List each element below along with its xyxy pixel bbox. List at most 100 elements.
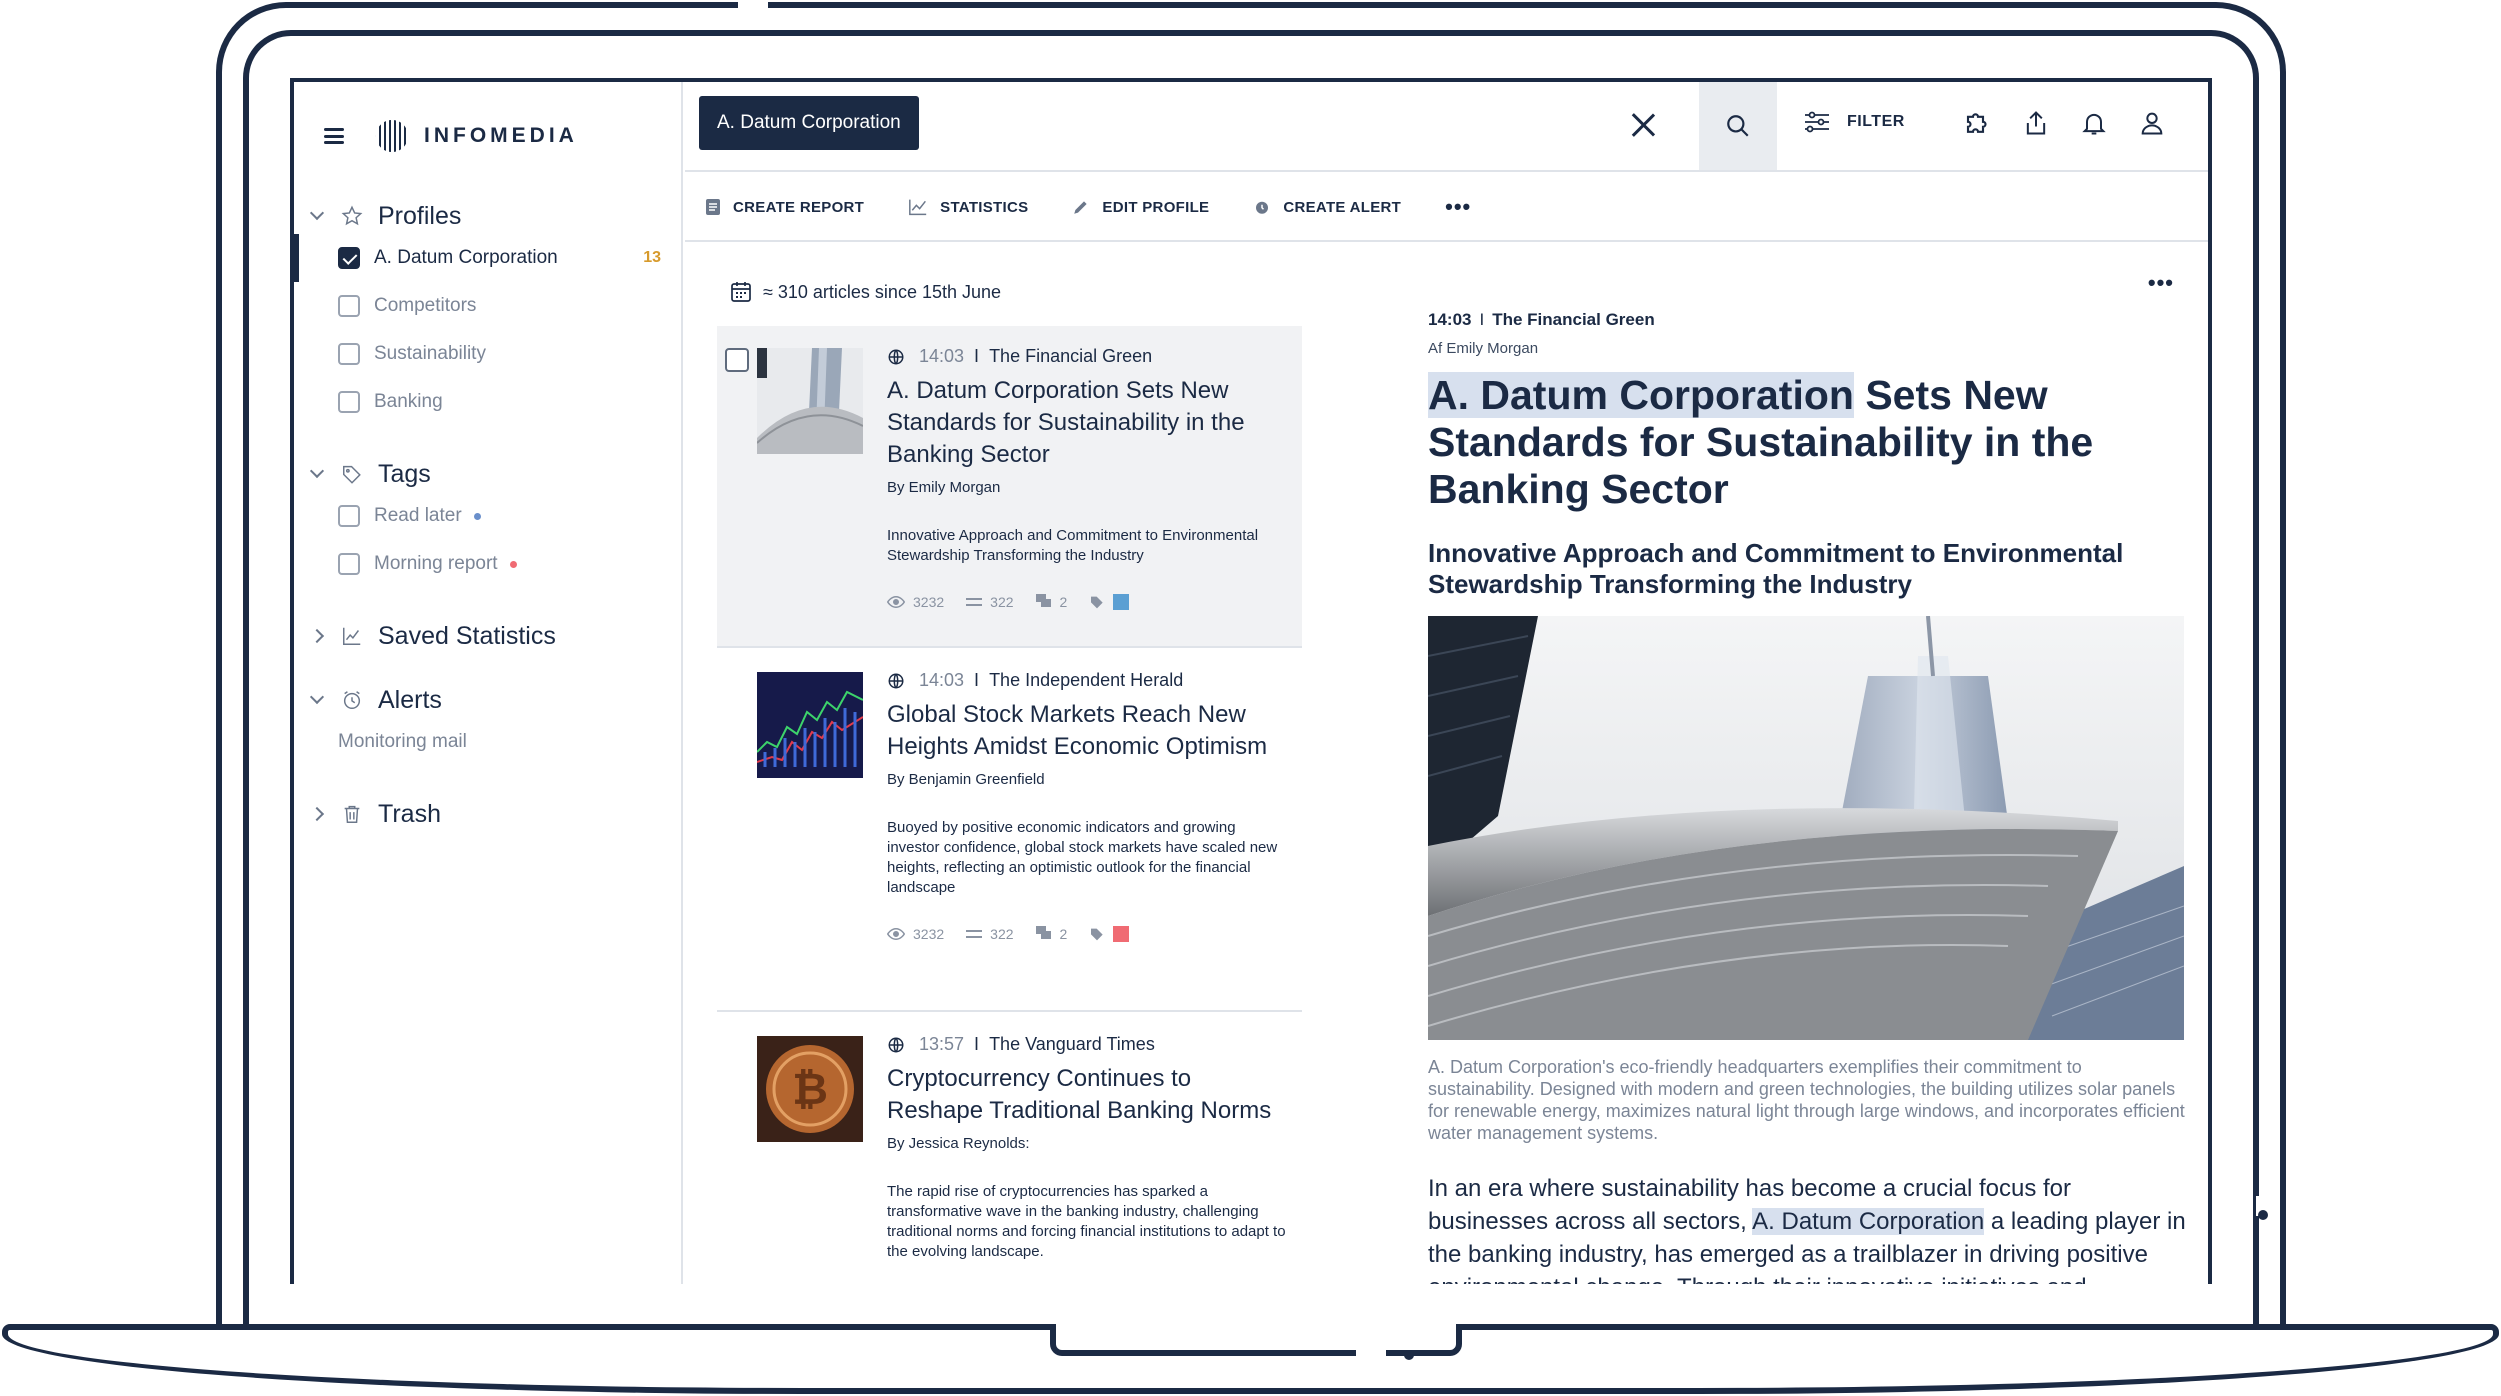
brand: INFOMEDIA — [324, 118, 578, 154]
share-icon[interactable] — [2021, 106, 2051, 140]
trash-header[interactable]: Trash — [294, 796, 683, 832]
profile-item-a-datum[interactable]: A. Datum Corporation 13 — [294, 234, 683, 282]
views-count: 3232 — [913, 926, 945, 942]
article-card[interactable]: 14:03 I The Financial Green A. Datum Cor… — [717, 326, 1302, 648]
shares-stat: 2 — [1035, 594, 1067, 610]
article-byline: By Emily Morgan — [887, 479, 1001, 496]
search-query-chip[interactable]: A. Datum Corporation — [699, 96, 919, 150]
articles-count-text: ≈ 310 articles since 15th June — [763, 281, 1002, 302]
document-icon — [706, 199, 720, 215]
tag-item-read-later[interactable]: Read later — [294, 492, 683, 540]
line-chart-icon — [909, 199, 927, 216]
close-icon[interactable] — [1630, 112, 1656, 138]
profile-item-sustainability[interactable]: Sustainability — [294, 330, 683, 378]
article-summary: Innovative Approach and Commitment to En… — [887, 527, 1259, 564]
article-checkbox[interactable] — [725, 348, 749, 372]
article-summary: Buoyed by positive economic indicators a… — [887, 819, 1278, 896]
article-byline: By Benjamin Greenfield — [887, 771, 1045, 788]
checkbox[interactable] — [338, 391, 360, 413]
statistics-button[interactable]: STATISTICS — [908, 198, 1028, 216]
base-gap — [1356, 1348, 1386, 1362]
profile-label: Banking — [374, 391, 443, 412]
brand-name: INFOMEDIA — [424, 124, 578, 147]
eye-icon — [887, 596, 905, 608]
tag-color-swatch — [1113, 926, 1130, 942]
article-source: The Vanguard Times — [989, 1034, 1155, 1054]
reader-hero-image — [1428, 616, 2184, 1040]
article-stats: 3232 322 2 — [887, 926, 1287, 942]
search-highlight: A. Datum Corporation — [1428, 372, 1854, 418]
filter-button[interactable]: FILTER — [1803, 110, 1905, 134]
line-chart-icon — [340, 624, 364, 648]
search-button[interactable] — [1699, 82, 1777, 170]
article-reader: ••• 14:03 I The Financial Green Af Emily M… — [1334, 244, 2208, 1284]
tag-stat — [1089, 926, 1130, 942]
puzzle-icon[interactable] — [1963, 106, 1993, 140]
article-card[interactable]: ₿ 13:57 I The Vanguard Times Cryptocurre… — [717, 1014, 1302, 1284]
tag-color-dot — [509, 560, 517, 568]
menu-icon[interactable] — [324, 128, 344, 144]
tag-item-morning-report[interactable]: Morning report — [294, 540, 683, 588]
article-thumbnail-stock-chart — [757, 672, 863, 778]
article-summary: The rapid rise of cryptocurrencies has s… — [887, 1183, 1286, 1260]
sliders-icon — [1805, 111, 1829, 133]
more-options-icon[interactable]: ••• — [1445, 194, 1471, 220]
profile-item-competitors[interactable]: Competitors — [294, 282, 683, 330]
checkbox[interactable] — [338, 295, 360, 317]
reader-image-caption: A. Datum Corporation's eco-friendly head… — [1428, 1057, 2185, 1143]
create-report-button[interactable]: CREATE REPORT — [705, 198, 864, 216]
tag-label: Morning report — [374, 553, 498, 574]
views-stat: 3232 — [887, 926, 944, 942]
views-stat: 3232 — [887, 594, 944, 610]
comments-count: 322 — [990, 926, 1014, 942]
chat-bubbles-icon — [1035, 594, 1051, 607]
bell-icon[interactable] — [2079, 106, 2109, 140]
user-icon[interactable] — [2137, 106, 2167, 140]
create-alert-label: CREATE ALERT — [1283, 198, 1402, 216]
profiles-header[interactable]: Profiles — [294, 198, 683, 234]
chevron-down-icon — [309, 689, 325, 705]
alert-item-monitoring-mail[interactable]: Monitoring mail — [294, 718, 683, 766]
profile-item-banking[interactable]: Banking — [294, 378, 683, 426]
trash-group: Trash — [294, 796, 683, 832]
alerts-title: Alerts — [378, 685, 442, 714]
article-body: 14:03 I The Independent Herald Global St… — [887, 670, 1287, 942]
reader-subtitle: Innovative Approach and Commitment to En… — [1428, 538, 2124, 599]
checkbox[interactable] — [338, 247, 360, 269]
article-title[interactable]: A. Datum Corporation Sets New Standards … — [887, 375, 1287, 471]
checkbox[interactable] — [338, 343, 360, 365]
toolbar: CREATE REPORT STATISTICS EDIT PROFILE CR… — [685, 174, 2208, 242]
checkbox[interactable] — [338, 553, 360, 575]
create-alert-button[interactable]: CREATE ALERT — [1253, 198, 1401, 216]
pencil-icon — [1074, 201, 1088, 214]
profiles-group: Profiles A. Datum Corporation 13 Competi… — [294, 198, 683, 426]
tag-icon — [1091, 596, 1103, 609]
edit-profile-button[interactable]: EDIT PROFILE — [1072, 198, 1209, 216]
chevron-down-icon — [309, 205, 325, 221]
logo-icon — [374, 118, 410, 154]
article-title[interactable]: Global Stock Markets Reach New Heights A… — [887, 699, 1287, 763]
article-source-row: 14:03 I The Independent Herald — [887, 670, 1287, 691]
article-title[interactable]: Cryptocurrency Continues to Reshape Trad… — [887, 1063, 1287, 1127]
more-options-icon[interactable]: ••• — [2148, 270, 2174, 296]
edit-profile-label: EDIT PROFILE — [1102, 198, 1210, 216]
filter-label: FILTER — [1847, 113, 1905, 130]
alerts-header[interactable]: Alerts — [294, 682, 683, 718]
lines-icon — [966, 598, 983, 606]
create-report-label: CREATE REPORT — [733, 198, 865, 216]
list-meta: ≈ 310 articles since 15th June — [729, 280, 1001, 304]
views-count: 3232 — [913, 594, 945, 610]
profile-count-badge: 13 — [643, 249, 661, 266]
checkbox[interactable] — [338, 505, 360, 527]
globe-icon — [888, 1037, 904, 1052]
separator: I — [974, 1034, 980, 1054]
globe-icon — [888, 673, 904, 688]
article-source-row: 13:57 I The Vanguard Times — [887, 1034, 1287, 1055]
profile-label: Sustainability — [374, 343, 486, 364]
tags-header[interactable]: Tags — [294, 456, 683, 492]
reader-title: A. Datum Corporation Sets New Standards … — [1428, 372, 2188, 513]
article-card[interactable]: 14:03 I The Independent Herald Global St… — [717, 650, 1302, 1012]
alerts-group: Alerts Monitoring mail — [294, 682, 683, 766]
saved-statistics-header[interactable]: Saved Statistics — [294, 618, 683, 654]
lines-icon — [966, 930, 983, 938]
